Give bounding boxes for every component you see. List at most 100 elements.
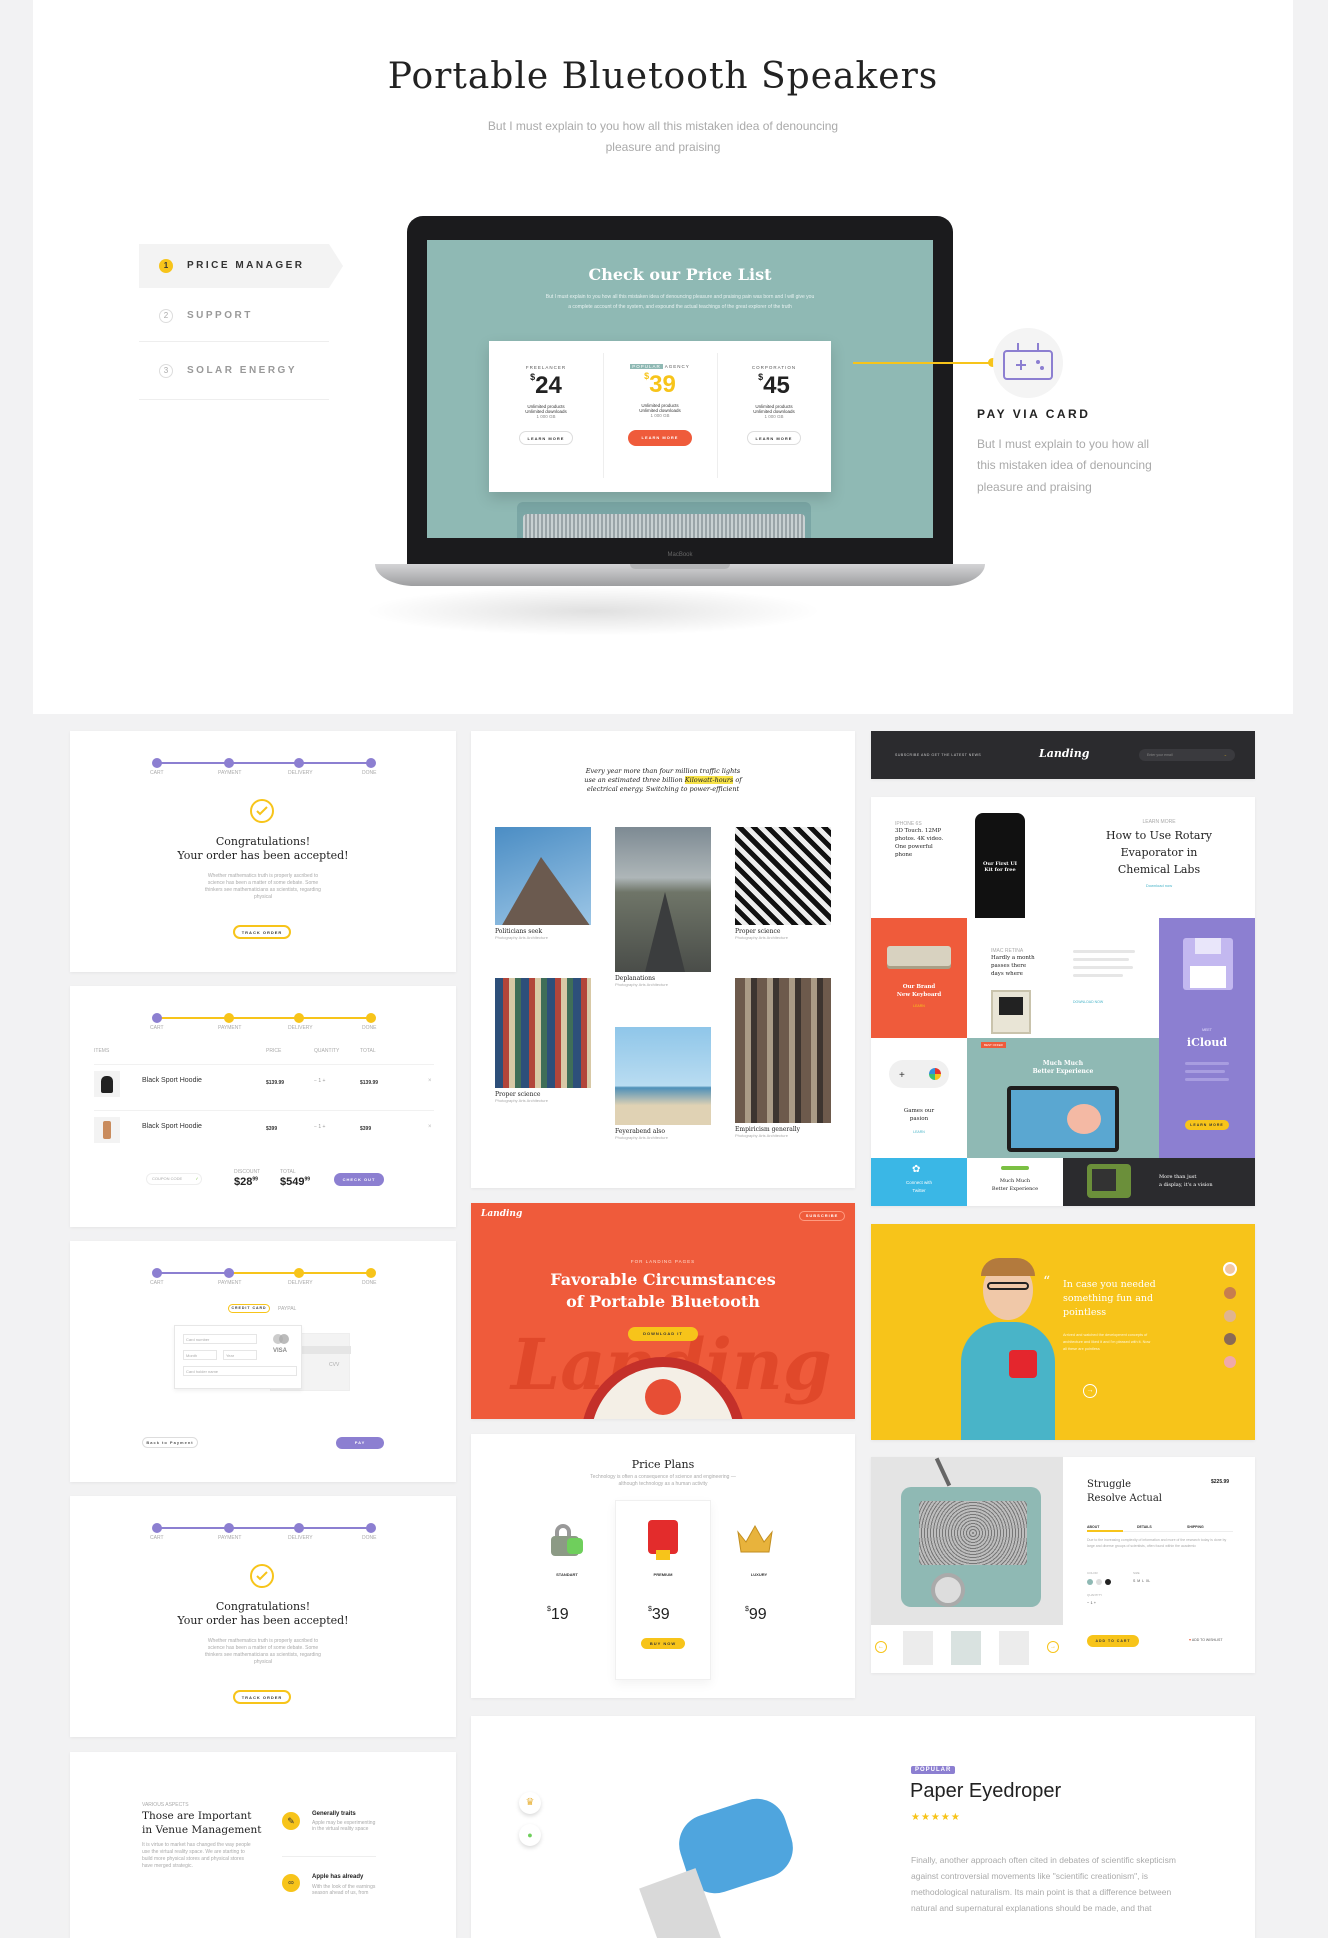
avatar[interactable] [1223,1262,1237,1276]
back-to-payment-button[interactable]: Back to Payment [142,1437,198,1448]
confirm-text: Whether mathematics truth is properly as… [205,1638,321,1665]
track-order-button[interactable]: TRACK ORDER [233,925,291,939]
pattern-photo [735,827,831,925]
gallery-item[interactable]: Politicians seek Photography Arts Archit… [495,827,591,940]
testimonial-quote-2: something fun and [1063,1293,1154,1304]
testimonial-text: Arrived and watched the development conc… [1063,1333,1151,1351]
imac-link[interactable]: DOWNLOAD NOW [1073,1000,1103,1004]
crown-option-icon[interactable]: ♛ [519,1792,541,1814]
gallery-item-tags: Photography Arts Architecture [615,982,668,987]
thumbnail[interactable] [951,1631,981,1665]
laptop-screen: Check our Price List But I must explain … [427,240,933,538]
item-name: Black Sport Hoodie [142,1077,202,1084]
tab-solar-energy[interactable]: 3 SOLAR ENERGY [139,348,329,400]
laptop-brand: MacBook [667,552,693,558]
color-swatch[interactable] [1087,1579,1093,1585]
plan-learn-more-button[interactable]: LEARN MORE [519,431,573,445]
qty-stepper[interactable]: − 1 + [314,1078,325,1084]
avatar[interactable] [1224,1310,1236,1322]
hero-subtitle-1: But I must explain to you how all this m… [487,119,839,133]
tab-price-manager[interactable]: 1 PRICE MANAGER [139,244,343,288]
thumbnail-strip: ← → [871,1625,1063,1673]
gallery-item-tags: Photography Arts Architecture [495,935,548,940]
plan-learn-more-button[interactable]: LEARN MORE [747,431,801,445]
road-photo [615,827,711,972]
article-title: How to Use Rotary [1106,829,1212,842]
progress-steps: CART PAYMENT DELIVERY DONE [150,1523,376,1545]
price-plans-card: Price Plans Technology is often a conseq… [471,1434,855,1698]
progress-steps: CART PAYMENT DELIVERY DONE [150,758,376,780]
laptop-price-table: FREELANCER $24 Unlimited products Unlimi… [489,341,831,492]
venue-text: It is virtue to market has changed the w… [142,1842,251,1869]
icloud-learn-more-button[interactable]: LEARN MORE [1185,1120,1229,1130]
much-title: Better Experience [991,1186,1039,1192]
crown-icon [735,1524,775,1554]
center-title: Better Experience [1032,1068,1094,1075]
iphone-tile: IPHONE 6S 3D Touch. 12MP photos. 4K vide… [871,797,1063,918]
confirm-title: Congratulations! [215,1600,311,1613]
tab-support[interactable]: 2 SUPPORT [139,292,329,342]
feature-text-3: pleasure and praising [977,480,1092,494]
imac-image [991,990,1031,1034]
plan-price: $99 [745,1606,767,1623]
card-number-input[interactable]: Card number [183,1334,257,1344]
month-input[interactable]: Month [183,1350,217,1360]
testimonial-quote-mark: “ [1043,1274,1051,1290]
rating-stars: ★★★★★ [911,1812,961,1823]
testimonial-card: “ In case you needed something fun and p… [871,1224,1255,1440]
remove-icon[interactable]: × [428,1078,432,1084]
hoodie-thumbnail [94,1071,120,1097]
prev-arrow-button[interactable]: ← [875,1641,887,1653]
gamepad-link[interactable]: LEARN [871,1130,967,1134]
twitter-tile[interactable]: ✿ Connect with Twitter [871,1158,967,1206]
quantity-stepper[interactable]: − 1 + [1087,1600,1096,1605]
gallery-item[interactable]: Feyerabend also Photography Arts Archite… [615,1027,711,1140]
tab-credit-card[interactable]: CREDIT CARD [228,1304,270,1313]
feature-text-2: this mistaken idea of denouncing [977,458,1152,472]
newsletter-email-input[interactable]: Enter your email → [1139,749,1235,761]
plan-card: FREELANCER $24 Unlimited products Unlimi… [489,341,603,492]
year-input[interactable]: Year [223,1350,257,1360]
card-name-input[interactable]: Card holder name [183,1366,297,1376]
phone-text: 3D Touch. 12MP [895,828,942,834]
thumbnail[interactable] [999,1631,1029,1665]
wishlist-link[interactable]: ♥ ADD TO WISHLIST [1189,1638,1222,1642]
tab-shipping[interactable]: SHIPPING [1187,1525,1204,1529]
feature-product-card: ♛ ● POPULAR Paper Eyedroper ★★★★★ Finall… [471,1716,1255,1938]
step-label: CART [150,1025,164,1031]
next-arrow-button[interactable]: → [1083,1384,1097,1398]
next-arrow-button[interactable]: → [1047,1641,1059,1653]
tab-details[interactable]: DETAILS [1137,1525,1152,1529]
qty-stepper[interactable]: − 1 + [314,1124,325,1130]
buy-now-button[interactable]: BUY NOW [641,1638,685,1649]
size-options[interactable]: S M L XL [1133,1579,1150,1583]
keyboard-link[interactable]: LEARN [871,1004,967,1008]
pay-button[interactable]: PAY [336,1437,384,1449]
pencil-icon: ✎ [282,1812,300,1830]
checkout-button[interactable]: CHECK OUT [334,1173,384,1186]
add-to-cart-button[interactable]: ADD TO CART [1087,1635,1139,1647]
tab-paypal[interactable]: PAYPAL [278,1306,296,1312]
avatar[interactable] [1224,1333,1236,1345]
avatar[interactable] [1224,1356,1236,1368]
track-order-button[interactable]: TRACK ORDER [233,1690,291,1704]
article-link[interactable]: Download now [1063,883,1255,888]
tab-about[interactable]: ABOUT [1087,1525,1099,1529]
item-price: $399 [266,1126,278,1132]
gallery-item[interactable]: Proper science Photography Arts Architec… [735,827,831,940]
download-button[interactable]: DOWNLOAD IT [628,1327,698,1341]
lock-option-icon[interactable]: ● [519,1824,541,1846]
color-swatch[interactable] [1105,1579,1111,1585]
watch-thumbnail [94,1117,120,1143]
color-swatch[interactable] [1096,1579,1102,1585]
keyboard-title: New Keyboard [896,992,942,998]
gallery-item[interactable]: Deplanations Photography Arts Architectu… [615,827,711,987]
thumbnail[interactable] [903,1631,933,1665]
gallery-item[interactable]: Empiricism generally Photography Arts Ar… [735,978,831,1138]
gallery-item[interactable]: Proper science Photography Arts Architec… [495,978,591,1103]
plan-learn-more-button[interactable]: LEARN MORE [628,430,692,446]
avatar[interactable] [1224,1287,1236,1299]
subscribe-button[interactable]: SUBSCRIBE [799,1211,845,1221]
coupon-input[interactable]: COUPON CODE ✓ [146,1173,202,1185]
remove-icon[interactable]: × [428,1124,432,1130]
